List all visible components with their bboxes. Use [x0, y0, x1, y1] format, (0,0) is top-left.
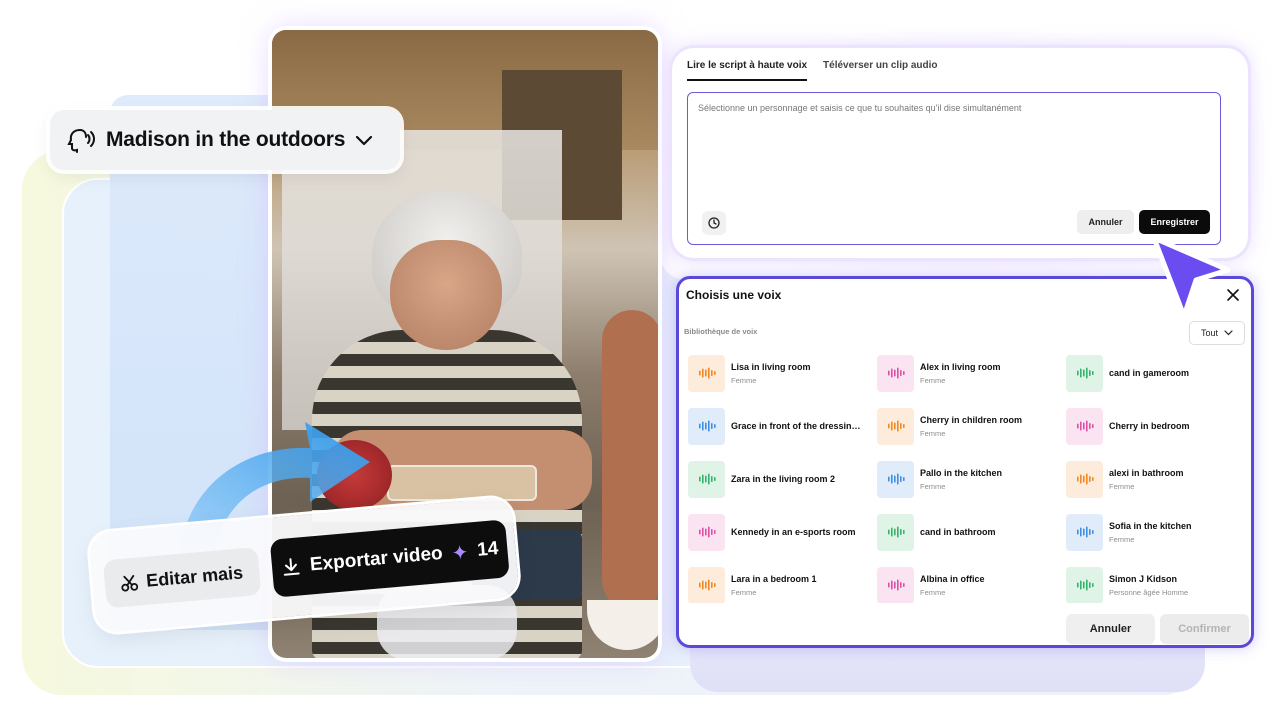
voice-item-text: Lara in a bedroom 1 Femme	[731, 574, 817, 597]
voice-item[interactable]: Cherry in children room Femme	[877, 406, 1057, 446]
voice-item[interactable]: Cherry in bedroom	[1066, 406, 1246, 446]
voice-name: cand in bathroom	[920, 527, 996, 537]
voice-item-text: Grace in front of the dressing table	[731, 421, 866, 431]
voice-item[interactable]: alexi in bathroom Femme	[1066, 459, 1246, 499]
edit-more-button[interactable]: Editar mais	[102, 547, 262, 609]
voice-item-text: Alex in living room Femme	[920, 362, 1001, 385]
voice-name: Lara in a bedroom 1	[731, 573, 817, 584]
voice-name: Lisa in living room	[731, 361, 811, 372]
voice-name: Kennedy in an e-sports room	[731, 527, 856, 537]
history-button[interactable]	[702, 211, 726, 235]
voice-gender: Personne âgée Homme	[1109, 587, 1189, 597]
voice-waveform-icon	[877, 566, 914, 603]
voice-name: Cherry in children room	[920, 414, 1023, 425]
edit-more-label: Editar mais	[145, 561, 244, 591]
export-video-label: Exportar video	[309, 542, 444, 576]
voice-item-text: Zara in the living room 2	[731, 474, 835, 484]
voice-waveform-icon	[1066, 407, 1103, 445]
voice-item-text: Cherry in children room Femme	[920, 415, 1022, 438]
voice-name: Alex in living room	[920, 361, 1001, 372]
voice-item-text: cand in bathroom	[920, 527, 996, 537]
voice-item[interactable]: Albina in office Femme	[877, 565, 1057, 603]
voice-item-text: Albina in office Femme	[920, 574, 985, 597]
voice-gender: Femme	[920, 587, 946, 597]
export-video-button[interactable]: Exportar video ✦ 14	[269, 519, 510, 598]
voice-item[interactable]: Lara in a bedroom 1 Femme	[688, 565, 868, 603]
dialog-title: Choisis une voix	[686, 288, 782, 302]
voice-item-text: Sofia in the kitchen Femme	[1109, 521, 1192, 544]
script-panel: Lire le script à haute voix Téléverser u…	[672, 48, 1248, 258]
voice-item-text: Simon J Kidson Personne âgée Homme	[1109, 574, 1188, 597]
voice-item[interactable]: Simon J Kidson Personne âgée Homme	[1066, 565, 1246, 603]
scissors-icon	[121, 574, 139, 592]
voice-gender: Femme	[920, 428, 946, 438]
voice-name: Grace in front of the dressing table	[731, 421, 866, 431]
voice-waveform-icon	[1066, 566, 1103, 603]
voice-item-text: alexi in bathroom Femme	[1109, 468, 1184, 491]
voice-waveform-icon	[877, 354, 914, 392]
voice-gender: Femme	[920, 481, 946, 491]
voice-item[interactable]: cand in gameroom	[1066, 353, 1246, 393]
voice-selector[interactable]: Madison in the outdoors	[50, 110, 400, 170]
tab-upload-audio[interactable]: Téléverser un clip audio	[823, 58, 937, 81]
script-tabs: Lire le script à haute voix Téléverser u…	[687, 58, 938, 81]
voice-gender: Femme	[920, 375, 946, 385]
voice-dialog: Choisis une voix Bibliothèque de voix To…	[676, 276, 1254, 648]
voice-grid: Lisa in living room Femme Alex in living r…	[688, 353, 1248, 603]
dialog-cancel-button[interactable]: Annuler	[1066, 614, 1155, 644]
sparkle-icon: ✦	[450, 541, 470, 565]
voice-gender: Femme	[1109, 481, 1135, 491]
voice-waveform-icon	[877, 407, 914, 445]
voice-selector-label: Madison in the outdoors	[106, 128, 346, 151]
voice-waveform-icon	[688, 407, 725, 445]
voice-gender: Femme	[1109, 534, 1135, 544]
voice-name: alexi in bathroom	[1109, 467, 1184, 478]
voice-waveform-icon	[877, 460, 914, 498]
voice-waveform-icon	[688, 354, 725, 392]
voice-waveform-icon	[688, 460, 725, 498]
voice-gender: Femme	[731, 375, 757, 385]
voice-item[interactable]: cand in bathroom	[877, 512, 1057, 552]
voice-item-text: Pallo in the kitchen Femme	[920, 468, 1002, 491]
script-input[interactable]	[698, 103, 1208, 193]
chevron-down-icon	[356, 135, 373, 146]
voice-filter-value: Tout	[1200, 328, 1218, 338]
voice-item-text: cand in gameroom	[1109, 368, 1189, 378]
voice-name: Simon J Kidson	[1109, 573, 1178, 584]
voice-item-text: Lisa in living room Femme	[731, 362, 811, 385]
voice-item[interactable]: Grace in front of the dressing table	[688, 406, 868, 446]
voice-name: Zara in the living room 2	[731, 474, 836, 484]
chevron-down-icon	[1224, 330, 1233, 336]
script-cancel-button[interactable]: Annuler	[1077, 210, 1134, 234]
voice-item-text: Kennedy in an e-sports room	[731, 527, 856, 537]
voice-gender: Femme	[731, 587, 757, 597]
voice-name: Sofia in the kitchen	[1109, 520, 1192, 531]
voice-item[interactable]: Lisa in living room Femme	[688, 353, 868, 393]
export-credits: 14	[476, 538, 500, 561]
voice-item[interactable]: Alex in living room Femme	[877, 353, 1057, 393]
speaking-head-icon	[67, 129, 95, 153]
script-input-box: Annuler Enregistrer	[687, 92, 1221, 245]
voice-item-text: Cherry in bedroom	[1109, 421, 1190, 431]
voice-name: cand in gameroom	[1109, 368, 1190, 378]
voice-waveform-icon	[688, 566, 725, 603]
voice-waveform-icon	[1066, 460, 1103, 498]
cursor-pointer-icon	[1151, 235, 1231, 319]
voice-item[interactable]: Kennedy in an e-sports room	[688, 512, 868, 552]
download-icon	[283, 558, 300, 576]
voice-library-label: Bibliothèque de voix	[684, 327, 758, 336]
confirm-button[interactable]: Confirmer	[1160, 614, 1249, 644]
voice-waveform-icon	[1066, 354, 1103, 392]
voice-waveform-icon	[1066, 513, 1103, 551]
voice-waveform-icon	[688, 513, 725, 551]
voice-item[interactable]: Zara in the living room 2	[688, 459, 868, 499]
history-icon	[708, 217, 720, 229]
tab-read-script[interactable]: Lire le script à haute voix	[687, 58, 808, 81]
voice-name: Cherry in bedroom	[1109, 421, 1190, 431]
voice-name: Albina in office	[920, 573, 985, 584]
voice-item[interactable]: Sofia in the kitchen Femme	[1066, 512, 1246, 552]
voice-item[interactable]: Pallo in the kitchen Femme	[877, 459, 1057, 499]
voice-waveform-icon	[877, 513, 914, 551]
voice-name: Pallo in the kitchen	[920, 467, 1003, 478]
